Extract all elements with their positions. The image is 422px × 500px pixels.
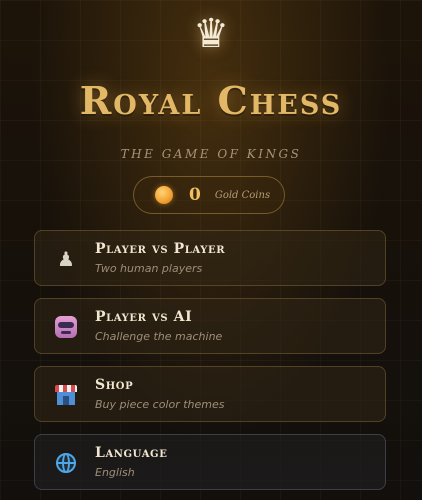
menu-item-subtitle: Two human players [95,262,203,275]
game-title: Royal Chess [79,78,343,123]
shop-button[interactable]: Shop Buy piece color themes [34,366,386,422]
menu-item-title: Language [95,445,168,461]
gold-coins-value: 0 [189,185,201,205]
gold-coins-badge: 0 Gold Coins [133,176,285,214]
pawn-icon: ♟ [57,247,75,271]
menu-item-subtitle: English [95,466,135,479]
menu-item-subtitle: Buy piece color themes [95,398,225,411]
player-vs-player-button[interactable]: ♟ Player vs Player Two human players [34,230,386,286]
language-button[interactable]: Language English [34,434,386,490]
gold-coins-label: Gold Coins [214,189,271,201]
game-subtitle: THE GAME OF KINGS [120,147,302,161]
menu-item-title: Player vs AI [95,309,193,325]
player-vs-ai-button[interactable]: Player vs AI Challenge the machine [34,298,386,354]
menu-item-title: Player vs Player [95,241,226,257]
robot-icon [53,314,79,340]
menu-item-subtitle: Challenge the machine [95,330,223,343]
globe-icon [53,450,79,476]
gold-coin-icon [155,186,173,204]
shop-icon [53,382,79,408]
menu-item-title: Shop [95,377,134,393]
crown-icon: ♛ [193,11,229,57]
